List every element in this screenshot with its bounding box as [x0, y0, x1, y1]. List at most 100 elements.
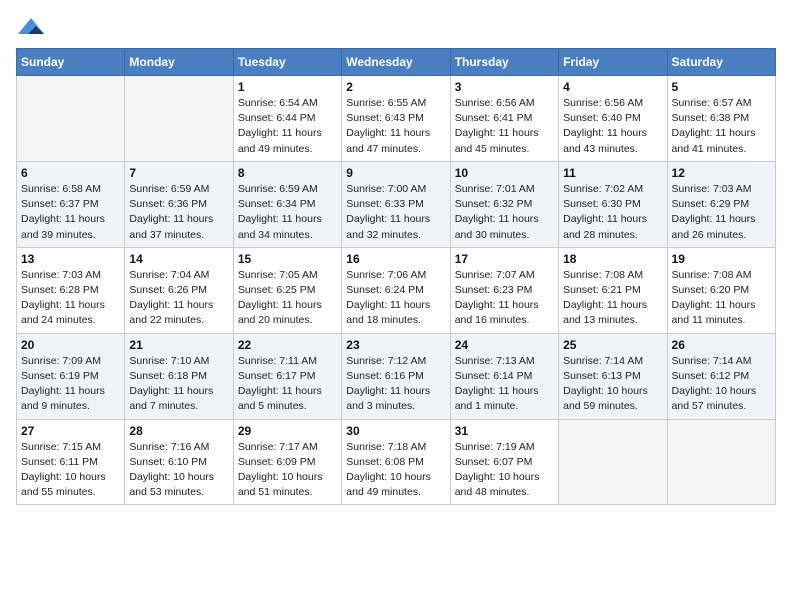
day-info: Sunrise: 7:19 AM Sunset: 6:07 PM Dayligh…: [455, 440, 554, 501]
calendar-cell: 20 Sunrise: 7:09 AM Sunset: 6:19 PM Dayli…: [17, 333, 125, 419]
day-number: 16: [346, 252, 445, 266]
day-info: Sunrise: 7:11 AM Sunset: 6:17 PM Dayligh…: [238, 354, 337, 415]
calendar-cell: 22 Sunrise: 7:11 AM Sunset: 6:17 PM Dayli…: [233, 333, 341, 419]
day-number: 25: [563, 338, 662, 352]
day-info: Sunrise: 7:13 AM Sunset: 6:14 PM Dayligh…: [455, 354, 554, 415]
day-number: 7: [129, 166, 228, 180]
calendar-cell: 15 Sunrise: 7:05 AM Sunset: 6:25 PM Dayli…: [233, 247, 341, 333]
day-info: Sunrise: 7:01 AM Sunset: 6:32 PM Dayligh…: [455, 182, 554, 243]
day-info: Sunrise: 7:17 AM Sunset: 6:09 PM Dayligh…: [238, 440, 337, 501]
day-info: Sunrise: 6:56 AM Sunset: 6:41 PM Dayligh…: [455, 96, 554, 157]
day-info: Sunrise: 7:18 AM Sunset: 6:08 PM Dayligh…: [346, 440, 445, 501]
weekday-header: Saturday: [667, 49, 775, 76]
calendar-cell: 17 Sunrise: 7:07 AM Sunset: 6:23 PM Dayli…: [450, 247, 558, 333]
day-number: 9: [346, 166, 445, 180]
day-number: 19: [672, 252, 771, 266]
day-info: Sunrise: 6:55 AM Sunset: 6:43 PM Dayligh…: [346, 96, 445, 157]
calendar-cell: 14 Sunrise: 7:04 AM Sunset: 6:26 PM Dayli…: [125, 247, 233, 333]
logo: [16, 16, 50, 40]
weekday-header: Thursday: [450, 49, 558, 76]
calendar-cell: 11 Sunrise: 7:02 AM Sunset: 6:30 PM Dayli…: [559, 161, 667, 247]
calendar-cell: 29Sunrise: 7:17 AM Sunset: 6:09 PM Dayli…: [233, 419, 341, 505]
calendar-cell: 13 Sunrise: 7:03 AM Sunset: 6:28 PM Dayli…: [17, 247, 125, 333]
weekday-header: Sunday: [17, 49, 125, 76]
day-number: 24: [455, 338, 554, 352]
calendar-cell: 9 Sunrise: 7:00 AM Sunset: 6:33 PM Daylig…: [342, 161, 450, 247]
calendar-cell: 28 Sunrise: 7:16 AM Sunset: 6:10 PM Dayli…: [125, 419, 233, 505]
day-info: Sunrise: 7:03 AM Sunset: 6:29 PM Dayligh…: [672, 182, 771, 243]
calendar-cell: 18 Sunrise: 7:08 AM Sunset: 6:21 PM Dayli…: [559, 247, 667, 333]
day-number: 2: [346, 80, 445, 94]
day-number: 28: [129, 424, 228, 438]
day-info: Sunrise: 7:00 AM Sunset: 6:33 PM Dayligh…: [346, 182, 445, 243]
day-info: Sunrise: 6:56 AM Sunset: 6:40 PM Dayligh…: [563, 96, 662, 157]
calendar-cell: 27Sunrise: 7:15 AM Sunset: 6:11 PM Dayli…: [17, 419, 125, 505]
day-number: 8: [238, 166, 337, 180]
calendar-week-row: 6Sunrise: 6:58 AM Sunset: 6:37 PM Daylig…: [17, 161, 776, 247]
day-number: 13: [21, 252, 120, 266]
day-number: 6: [21, 166, 120, 180]
calendar-cell: 8 Sunrise: 6:59 AM Sunset: 6:34 PM Daylig…: [233, 161, 341, 247]
day-number: 18: [563, 252, 662, 266]
day-number: 17: [455, 252, 554, 266]
calendar-cell: 31 Sunrise: 7:19 AM Sunset: 6:07 PM Dayli…: [450, 419, 558, 505]
day-number: 23: [346, 338, 445, 352]
day-info: Sunrise: 7:04 AM Sunset: 6:26 PM Dayligh…: [129, 268, 228, 329]
calendar-table: SundayMondayTuesdayWednesdayThursdayFrid…: [16, 48, 776, 505]
day-info: Sunrise: 7:12 AM Sunset: 6:16 PM Dayligh…: [346, 354, 445, 415]
day-number: 14: [129, 252, 228, 266]
day-info: Sunrise: 7:08 AM Sunset: 6:20 PM Dayligh…: [672, 268, 771, 329]
day-number: 31: [455, 424, 554, 438]
calendar-cell: 1 Sunrise: 6:54 AM Sunset: 6:44 PM Daylig…: [233, 76, 341, 162]
day-info: Sunrise: 7:05 AM Sunset: 6:25 PM Dayligh…: [238, 268, 337, 329]
calendar-cell: 21 Sunrise: 7:10 AM Sunset: 6:18 PM Dayli…: [125, 333, 233, 419]
day-info: Sunrise: 6:54 AM Sunset: 6:44 PM Dayligh…: [238, 96, 337, 157]
calendar-cell: [17, 76, 125, 162]
calendar-cell: 10Sunrise: 7:01 AM Sunset: 6:32 PM Dayli…: [450, 161, 558, 247]
day-info: Sunrise: 7:08 AM Sunset: 6:21 PM Dayligh…: [563, 268, 662, 329]
calendar-cell: 4 Sunrise: 6:56 AM Sunset: 6:40 PM Daylig…: [559, 76, 667, 162]
day-info: Sunrise: 7:10 AM Sunset: 6:18 PM Dayligh…: [129, 354, 228, 415]
day-info: Sunrise: 7:14 AM Sunset: 6:13 PM Dayligh…: [563, 354, 662, 415]
day-number: 11: [563, 166, 662, 180]
day-info: Sunrise: 7:06 AM Sunset: 6:24 PM Dayligh…: [346, 268, 445, 329]
day-number: 5: [672, 80, 771, 94]
day-info: Sunrise: 7:09 AM Sunset: 6:19 PM Dayligh…: [21, 354, 120, 415]
calendar-week-row: 13 Sunrise: 7:03 AM Sunset: 6:28 PM Dayli…: [17, 247, 776, 333]
day-info: Sunrise: 6:57 AM Sunset: 6:38 PM Dayligh…: [672, 96, 771, 157]
calendar-week-row: 1 Sunrise: 6:54 AM Sunset: 6:44 PM Daylig…: [17, 76, 776, 162]
day-number: 22: [238, 338, 337, 352]
page-header: [16, 16, 776, 40]
day-info: Sunrise: 7:02 AM Sunset: 6:30 PM Dayligh…: [563, 182, 662, 243]
calendar-cell: 19 Sunrise: 7:08 AM Sunset: 6:20 PM Dayli…: [667, 247, 775, 333]
day-number: 12: [672, 166, 771, 180]
day-number: 20: [21, 338, 120, 352]
calendar-cell: 30Sunrise: 7:18 AM Sunset: 6:08 PM Dayli…: [342, 419, 450, 505]
day-info: Sunrise: 6:59 AM Sunset: 6:34 PM Dayligh…: [238, 182, 337, 243]
calendar-cell: [667, 419, 775, 505]
logo-icon: [16, 16, 46, 40]
day-info: Sunrise: 7:03 AM Sunset: 6:28 PM Dayligh…: [21, 268, 120, 329]
day-number: 21: [129, 338, 228, 352]
day-number: 1: [238, 80, 337, 94]
calendar-cell: [125, 76, 233, 162]
weekday-header: Monday: [125, 49, 233, 76]
calendar-cell: 23 Sunrise: 7:12 AM Sunset: 6:16 PM Dayli…: [342, 333, 450, 419]
day-number: 15: [238, 252, 337, 266]
day-number: 26: [672, 338, 771, 352]
calendar-cell: 26 Sunrise: 7:14 AM Sunset: 6:12 PM Dayli…: [667, 333, 775, 419]
calendar-cell: 3Sunrise: 6:56 AM Sunset: 6:41 PM Daylig…: [450, 76, 558, 162]
calendar-cell: [559, 419, 667, 505]
day-info: Sunrise: 6:59 AM Sunset: 6:36 PM Dayligh…: [129, 182, 228, 243]
day-number: 4: [563, 80, 662, 94]
weekday-row: SundayMondayTuesdayWednesdayThursdayFrid…: [17, 49, 776, 76]
weekday-header: Wednesday: [342, 49, 450, 76]
day-info: Sunrise: 7:07 AM Sunset: 6:23 PM Dayligh…: [455, 268, 554, 329]
day-info: Sunrise: 7:14 AM Sunset: 6:12 PM Dayligh…: [672, 354, 771, 415]
day-info: Sunrise: 7:15 AM Sunset: 6:11 PM Dayligh…: [21, 440, 120, 501]
weekday-header: Friday: [559, 49, 667, 76]
weekday-header: Tuesday: [233, 49, 341, 76]
day-info: Sunrise: 7:16 AM Sunset: 6:10 PM Dayligh…: [129, 440, 228, 501]
calendar-week-row: 27Sunrise: 7:15 AM Sunset: 6:11 PM Dayli…: [17, 419, 776, 505]
calendar-cell: 5 Sunrise: 6:57 AM Sunset: 6:38 PM Daylig…: [667, 76, 775, 162]
